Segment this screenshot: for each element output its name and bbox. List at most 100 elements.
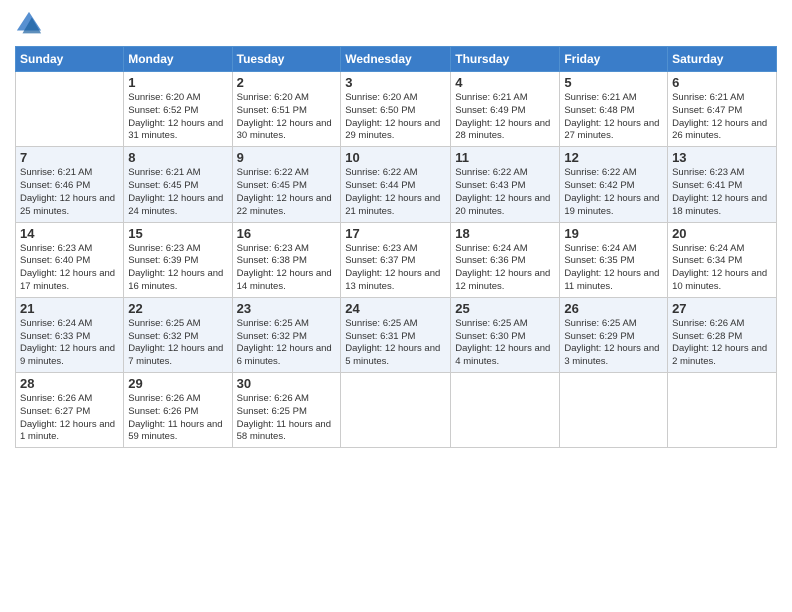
day-info: Sunrise: 6:25 AM Sunset: 6:32 PM Dayligh… [237,318,337,369]
day-info: Sunrise: 6:21 AM Sunset: 6:45 PM Dayligh… [128,167,227,218]
day-number: 16 [237,226,337,241]
day-info: Sunrise: 6:25 AM Sunset: 6:32 PM Dayligh… [128,318,227,369]
day-info: Sunrise: 6:21 AM Sunset: 6:46 PM Dayligh… [20,167,119,218]
logo [15,10,47,38]
day-cell: 27 Sunrise: 6:26 AM Sunset: 6:28 PM Dayli… [668,297,777,372]
day-cell: 9 Sunrise: 6:22 AM Sunset: 6:45 PM Daylig… [232,147,341,222]
day-number: 1 [128,75,227,90]
day-info: Sunrise: 6:21 AM Sunset: 6:48 PM Dayligh… [564,92,663,143]
day-number: 23 [237,301,337,316]
day-number: 6 [672,75,772,90]
day-number: 20 [672,226,772,241]
day-cell: 21 Sunrise: 6:24 AM Sunset: 6:33 PM Dayli… [16,297,124,372]
weekday-header-saturday: Saturday [668,47,777,72]
day-number: 28 [20,376,119,391]
day-number: 24 [345,301,446,316]
day-number: 9 [237,150,337,165]
calendar: SundayMondayTuesdayWednesdayThursdayFrid… [15,46,777,448]
day-info: Sunrise: 6:23 AM Sunset: 6:39 PM Dayligh… [128,243,227,294]
day-cell: 12 Sunrise: 6:22 AM Sunset: 6:42 PM Dayli… [560,147,668,222]
day-number: 14 [20,226,119,241]
day-cell: 22Sunrise: 6:25 AM Sunset: 6:32 PM Dayli… [124,297,232,372]
day-info: Sunrise: 6:24 AM Sunset: 6:34 PM Dayligh… [672,243,772,294]
day-number: 5 [564,75,663,90]
day-number: 17 [345,226,446,241]
weekday-header-wednesday: Wednesday [341,47,451,72]
day-cell: 15 Sunrise: 6:23 AM Sunset: 6:39 PM Dayli… [124,222,232,297]
day-cell: 19Sunrise: 6:24 AM Sunset: 6:35 PM Dayli… [560,222,668,297]
weekday-header-tuesday: Tuesday [232,47,341,72]
day-info: Sunrise: 6:22 AM Sunset: 6:45 PM Dayligh… [237,167,337,218]
day-cell: 5 Sunrise: 6:21 AM Sunset: 6:48 PM Daylig… [560,72,668,147]
day-number: 29 [128,376,227,391]
day-info: Sunrise: 6:25 AM Sunset: 6:31 PM Dayligh… [345,318,446,369]
day-cell: 11 Sunrise: 6:22 AM Sunset: 6:43 PM Dayli… [451,147,560,222]
day-number: 21 [20,301,119,316]
day-info: Sunrise: 6:22 AM Sunset: 6:44 PM Dayligh… [345,167,446,218]
day-info: Sunrise: 6:22 AM Sunset: 6:43 PM Dayligh… [455,167,555,218]
day-number: 10 [345,150,446,165]
header [15,10,777,38]
week-row-3: 14 Sunrise: 6:23 AM Sunset: 6:40 PM Dayli… [16,222,777,297]
day-info: Sunrise: 6:23 AM Sunset: 6:37 PM Dayligh… [345,243,446,294]
day-cell: 18 Sunrise: 6:24 AM Sunset: 6:36 PM Dayli… [451,222,560,297]
page: SundayMondayTuesdayWednesdayThursdayFrid… [0,0,792,612]
week-row-5: 28Sunrise: 6:26 AM Sunset: 6:27 PM Dayli… [16,373,777,448]
day-number: 18 [455,226,555,241]
day-number: 11 [455,150,555,165]
day-cell: 14 Sunrise: 6:23 AM Sunset: 6:40 PM Dayli… [16,222,124,297]
day-info: Sunrise: 6:24 AM Sunset: 6:33 PM Dayligh… [20,318,119,369]
day-cell: 4 Sunrise: 6:21 AM Sunset: 6:49 PM Daylig… [451,72,560,147]
day-cell: 30 Sunrise: 6:26 AM Sunset: 6:25 PM Dayli… [232,373,341,448]
day-info: Sunrise: 6:23 AM Sunset: 6:40 PM Dayligh… [20,243,119,294]
day-cell: 29 Sunrise: 6:26 AM Sunset: 6:26 PM Dayli… [124,373,232,448]
day-cell [341,373,451,448]
day-info: Sunrise: 6:25 AM Sunset: 6:29 PM Dayligh… [564,318,663,369]
day-info: Sunrise: 6:26 AM Sunset: 6:28 PM Dayligh… [672,318,772,369]
day-info: Sunrise: 6:24 AM Sunset: 6:36 PM Dayligh… [455,243,555,294]
day-number: 3 [345,75,446,90]
day-number: 15 [128,226,227,241]
day-info: Sunrise: 6:21 AM Sunset: 6:49 PM Dayligh… [455,92,555,143]
day-number: 12 [564,150,663,165]
day-cell: 25Sunrise: 6:25 AM Sunset: 6:30 PM Dayli… [451,297,560,372]
day-info: Sunrise: 6:23 AM Sunset: 6:38 PM Dayligh… [237,243,337,294]
day-info: Sunrise: 6:26 AM Sunset: 6:26 PM Dayligh… [128,393,227,444]
day-info: Sunrise: 6:21 AM Sunset: 6:47 PM Dayligh… [672,92,772,143]
day-number: 4 [455,75,555,90]
week-row-2: 7 Sunrise: 6:21 AM Sunset: 6:46 PM Daylig… [16,147,777,222]
weekday-header-friday: Friday [560,47,668,72]
day-cell: 26 Sunrise: 6:25 AM Sunset: 6:29 PM Dayli… [560,297,668,372]
day-info: Sunrise: 6:23 AM Sunset: 6:41 PM Dayligh… [672,167,772,218]
day-info: Sunrise: 6:25 AM Sunset: 6:30 PM Dayligh… [455,318,555,369]
day-info: Sunrise: 6:26 AM Sunset: 6:25 PM Dayligh… [237,393,337,444]
day-number: 26 [564,301,663,316]
week-row-4: 21 Sunrise: 6:24 AM Sunset: 6:33 PM Dayli… [16,297,777,372]
day-cell: 6 Sunrise: 6:21 AM Sunset: 6:47 PM Daylig… [668,72,777,147]
day-cell [451,373,560,448]
weekday-header-monday: Monday [124,47,232,72]
day-cell: 2 Sunrise: 6:20 AM Sunset: 6:51 PM Daylig… [232,72,341,147]
day-info: Sunrise: 6:20 AM Sunset: 6:50 PM Dayligh… [345,92,446,143]
day-number: 8 [128,150,227,165]
day-cell: 1 Sunrise: 6:20 AM Sunset: 6:52 PM Daylig… [124,72,232,147]
day-info: Sunrise: 6:20 AM Sunset: 6:52 PM Dayligh… [128,92,227,143]
day-cell: 3 Sunrise: 6:20 AM Sunset: 6:50 PM Daylig… [341,72,451,147]
day-cell: 17 Sunrise: 6:23 AM Sunset: 6:37 PM Dayli… [341,222,451,297]
weekday-header-sunday: Sunday [16,47,124,72]
week-row-1: 1 Sunrise: 6:20 AM Sunset: 6:52 PM Daylig… [16,72,777,147]
day-info: Sunrise: 6:20 AM Sunset: 6:51 PM Dayligh… [237,92,337,143]
day-cell: 20 Sunrise: 6:24 AM Sunset: 6:34 PM Dayli… [668,222,777,297]
day-number: 2 [237,75,337,90]
day-cell: 13Sunrise: 6:23 AM Sunset: 6:41 PM Dayli… [668,147,777,222]
day-cell [668,373,777,448]
day-number: 27 [672,301,772,316]
day-number: 7 [20,150,119,165]
day-cell: 10 Sunrise: 6:22 AM Sunset: 6:44 PM Dayli… [341,147,451,222]
day-number: 19 [564,226,663,241]
day-cell [560,373,668,448]
day-number: 30 [237,376,337,391]
logo-icon [15,10,43,38]
day-cell: 24 Sunrise: 6:25 AM Sunset: 6:31 PM Dayli… [341,297,451,372]
day-info: Sunrise: 6:22 AM Sunset: 6:42 PM Dayligh… [564,167,663,218]
